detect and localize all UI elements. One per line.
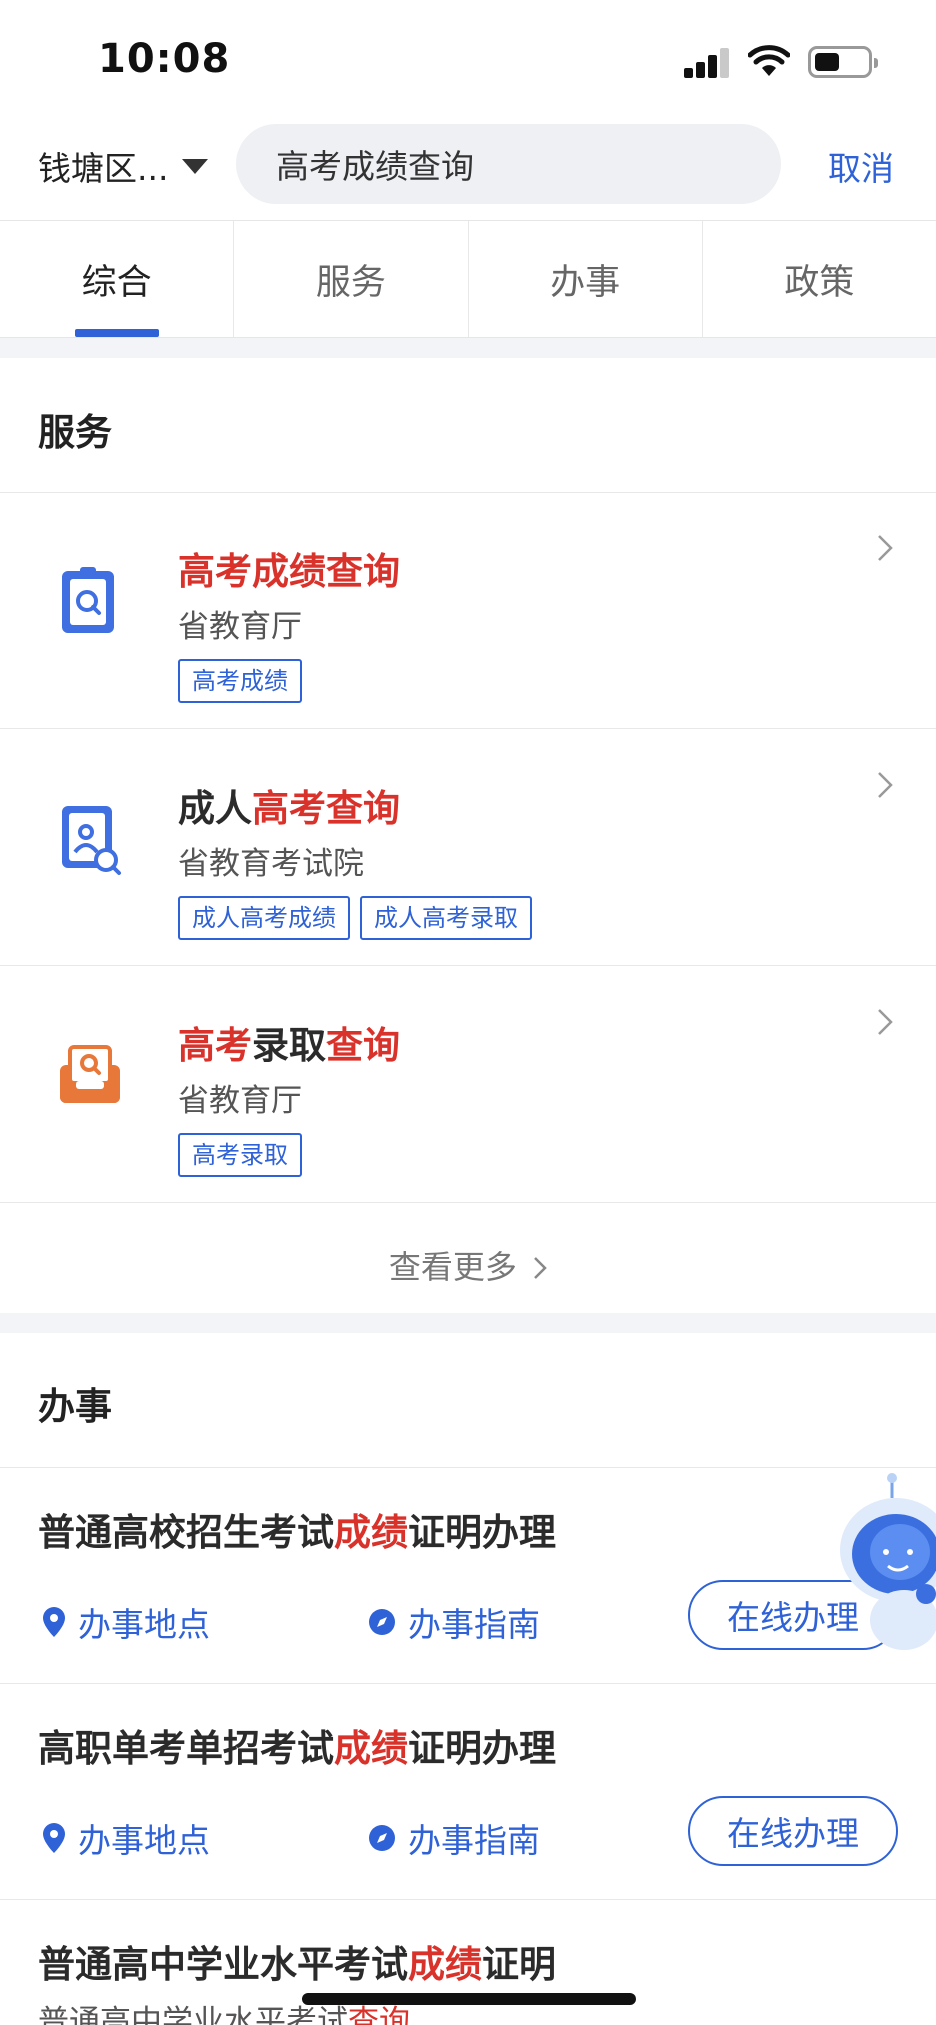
location-pin-icon xyxy=(43,1607,65,1637)
tab-services[interactable]: 服务 xyxy=(234,221,469,337)
wifi-icon xyxy=(748,45,790,76)
assistant-robot-icon[interactable] xyxy=(830,1470,936,1660)
battery-icon xyxy=(808,46,878,78)
status-bar: 10:08 xyxy=(0,0,936,120)
services-section-title: 服务 xyxy=(38,411,112,454)
chevron-right-icon xyxy=(878,772,893,798)
region-selector[interactable]: 钱塘区... xyxy=(38,142,209,190)
service-item-adult-gaokao[interactable]: 成人高考查询 省教育考试院 成人高考成绩 成人高考录取 xyxy=(0,730,936,966)
guide-link[interactable]: 办事指南 xyxy=(368,1814,540,1862)
compass-icon xyxy=(369,1825,395,1851)
view-more-link[interactable]: 查看更多 xyxy=(0,1242,936,1288)
id-card-search-icon xyxy=(62,806,121,875)
search-header: 钱塘区... 取消 xyxy=(0,120,936,220)
search-box[interactable] xyxy=(236,124,781,204)
service-department: 省教育厅 xyxy=(178,1083,302,1119)
chevron-right-icon xyxy=(878,535,893,561)
affair-title: 普通高校招生考试成绩证明办理 xyxy=(38,1511,556,1554)
online-apply-button[interactable]: 在线办理 xyxy=(688,1796,898,1866)
service-tag[interactable]: 高考录取 xyxy=(178,1133,302,1177)
service-title: 高考成绩查询 xyxy=(178,550,400,593)
tab-policies[interactable]: 政策 xyxy=(703,221,936,337)
service-tags: 高考成绩 xyxy=(178,659,302,703)
section-gap xyxy=(0,338,936,358)
location-pin-icon xyxy=(43,1823,65,1853)
admission-inbox-icon xyxy=(60,1045,120,1103)
affair-item[interactable]: 普通高校招生考试成绩证明办理 办事地点 办事指南 在线办理 xyxy=(0,1468,936,1684)
location-link[interactable]: 办事地点 xyxy=(42,1598,210,1646)
service-title: 成人高考查询 xyxy=(178,787,400,830)
service-item-gaokao-score[interactable]: 高考成绩查询 省教育厅 高考成绩 xyxy=(0,493,936,729)
cellular-signal-icon xyxy=(684,46,732,78)
section-gap xyxy=(0,1313,936,1333)
score-search-icon xyxy=(62,567,114,633)
region-label: 钱塘区... xyxy=(38,149,169,188)
affair-title: 高职单考单招考试成绩证明办理 xyxy=(38,1727,556,1770)
compass-icon xyxy=(369,1609,395,1635)
caret-down-icon xyxy=(182,158,209,174)
search-input[interactable] xyxy=(276,124,756,204)
affair-item[interactable]: 高职单考单招考试成绩证明办理 办事地点 办事指南 在线办理 xyxy=(0,1684,936,1900)
service-title: 高考录取查询 xyxy=(178,1024,400,1067)
service-tag[interactable]: 成人高考成绩 xyxy=(178,896,350,940)
tab-comprehensive[interactable]: 综合 xyxy=(0,221,235,337)
service-item-gaokao-admission[interactable]: 高考录取查询 省教育厅 高考录取 xyxy=(0,967,936,1203)
service-tag[interactable]: 成人高考录取 xyxy=(360,896,532,940)
service-tags: 成人高考成绩 成人高考录取 xyxy=(178,896,532,940)
service-department: 省教育厅 xyxy=(178,609,302,645)
status-time: 10:08 xyxy=(98,36,231,82)
cancel-button[interactable]: 取消 xyxy=(828,142,894,190)
guide-link[interactable]: 办事指南 xyxy=(368,1598,540,1646)
affair-item[interactable]: 普通高中学业水平考试成绩证明 普通高中学业水平考试查询 xyxy=(0,1900,936,2025)
chevron-right-icon xyxy=(878,1009,893,1035)
service-department: 省教育考试院 xyxy=(178,846,364,882)
affairs-section-title: 办事 xyxy=(38,1385,112,1428)
chevron-right-icon xyxy=(534,1257,547,1279)
tab-affairs[interactable]: 办事 xyxy=(469,221,703,337)
location-link[interactable]: 办事地点 xyxy=(42,1814,210,1862)
service-tag[interactable]: 高考成绩 xyxy=(178,659,302,703)
view-more-label: 查看更多 xyxy=(388,1248,517,1286)
home-indicator xyxy=(302,1993,636,2005)
result-tabs: 综合 服务 办事 政策 xyxy=(0,220,936,338)
service-tags: 高考录取 xyxy=(178,1133,302,1177)
affair-title: 普通高中学业水平考试成绩证明 xyxy=(38,1943,556,1986)
